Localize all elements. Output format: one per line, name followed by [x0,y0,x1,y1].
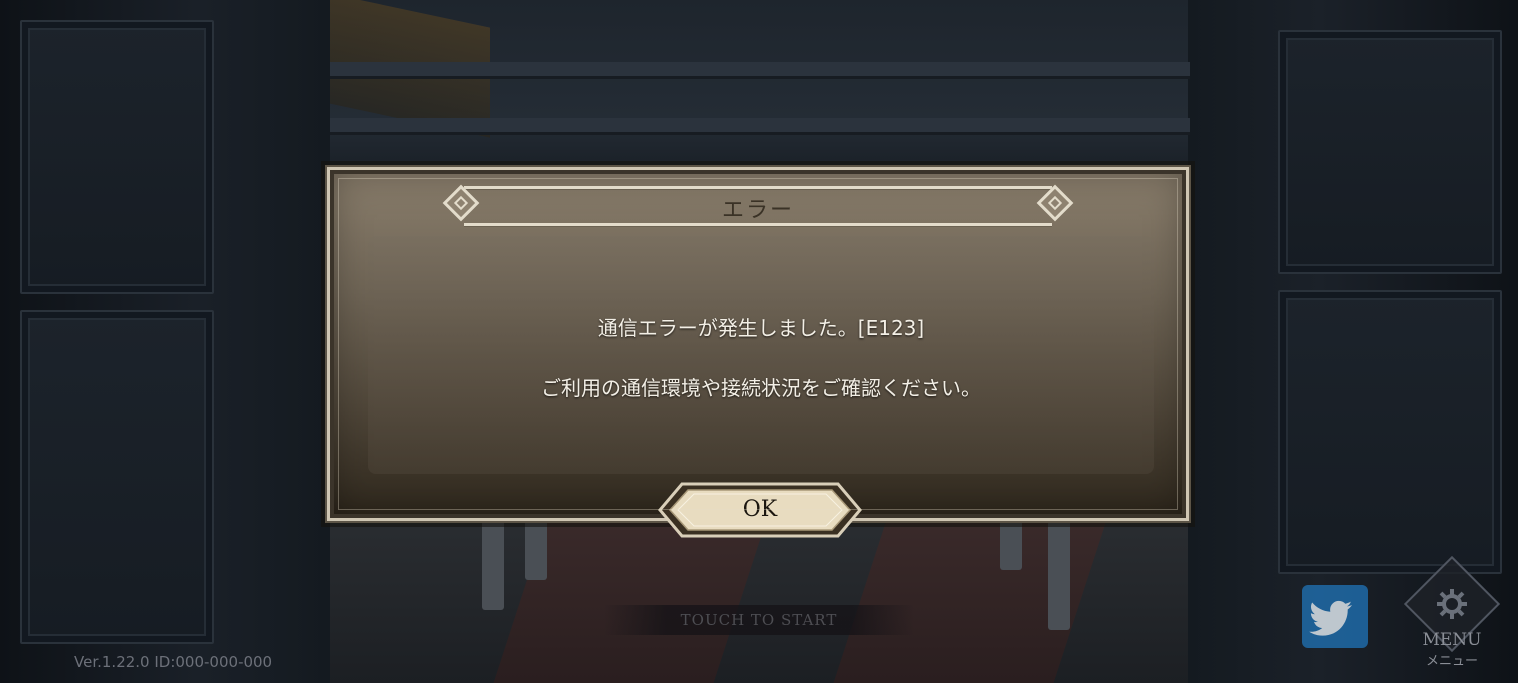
ok-button-label: OK [742,497,778,522]
background-beam [330,118,1190,132]
twitter-button[interactable] [1302,585,1368,648]
dialog-title: エラー [721,198,794,223]
title-ornament-line [464,186,1052,189]
error-message-line: 通信エラーが発生しました。[E123] [597,316,925,340]
background-beam [330,62,1190,76]
dialog-message-area: 通信エラーが発生しました。[E123] ご利用の通信環境や接続状況をご確認くださ… [368,236,1154,474]
twitter-bird-icon [1309,600,1352,636]
menu-button[interactable]: MENU メニュー [1400,555,1504,672]
error-instruction-line: ご利用の通信環境や接続状況をご確認ください。 [541,376,981,400]
background-character-leg [1048,520,1070,630]
ok-button[interactable]: OK [658,482,862,538]
background-character-leg [1000,520,1022,570]
background-door-panel [20,20,214,294]
background-door-panel [1278,30,1502,274]
version-id-text: Ver.1.22.0 ID:000-000-000 [74,653,273,671]
gear-icon [1437,589,1467,619]
touch-to-start-prompt: TOUCH TO START [604,605,914,635]
background-door-panel [1278,290,1502,574]
background-character-leg [525,520,547,580]
background-character-leg [482,520,504,610]
background-wall-left [0,0,330,683]
background-door-panel [20,310,214,644]
menu-label: MENU [1422,630,1482,650]
error-dialog: エラー 通信エラーが発生しました。[E123] ご利用の通信環境や接続状況をご確… [325,165,1191,538]
menu-sublabel: メニュー [1425,654,1478,669]
dialog-title-bar: エラー [442,183,1074,229]
game-screen[interactable]: エラー 通信エラーが発生しました。[E123] ご利用の通信環境や接続状況をご確… [0,0,1518,683]
